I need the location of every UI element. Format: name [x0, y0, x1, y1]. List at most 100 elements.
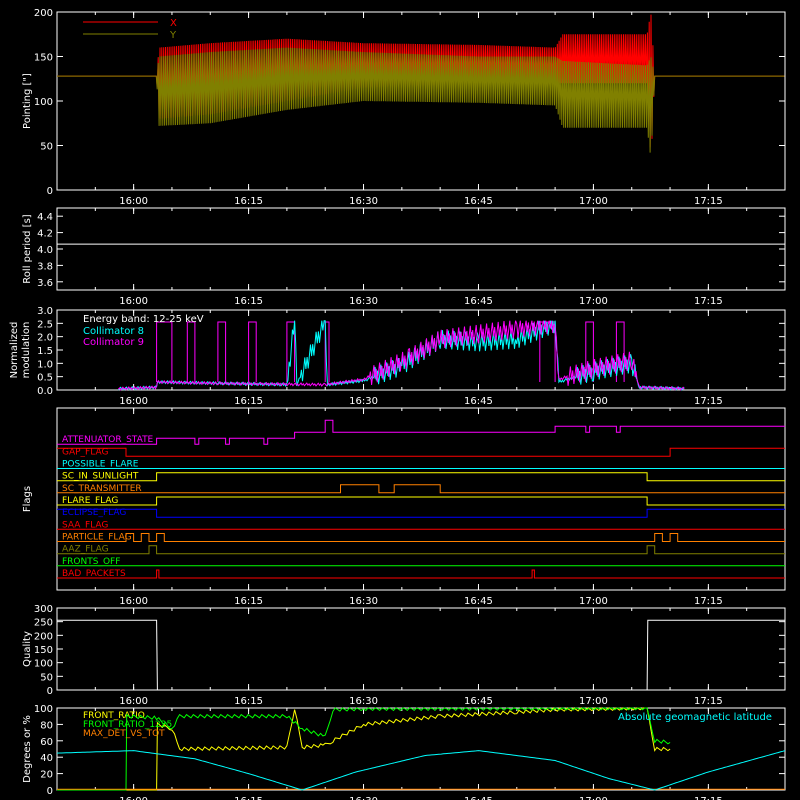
flag-line-sc-transmitter — [57, 484, 785, 494]
y-axis-label: Normalized — [9, 322, 20, 379]
y-tick-label: 3.8 — [37, 261, 53, 272]
flag-label: ECLIPSE_FLAG — [62, 508, 126, 518]
y-tick-label: 50 — [40, 672, 53, 683]
y-tick-label: 40 — [40, 753, 53, 764]
y-tick-label: 0 — [47, 186, 53, 197]
y-axis-label: Quality — [22, 631, 33, 667]
y-tick-label: 3.6 — [37, 278, 53, 289]
flag-line-attenuator-state — [57, 419, 785, 445]
x-tick-label: 17:15 — [694, 596, 723, 607]
x-tick-label: 17:00 — [579, 696, 608, 707]
flag-line-particle-flag — [57, 533, 785, 542]
panel-quality: 16:00 16:15 16:30 16:45 17:00 17:15 Quality 0 50… — [22, 604, 786, 707]
y-tick-label: 0 — [47, 786, 53, 797]
flag-label: ATTENUATOR_STATE — [62, 435, 154, 445]
flag-label: SAA_FLAG — [62, 520, 108, 530]
modulation-pulse — [248, 321, 257, 382]
x-tick-label: 16:30 — [349, 796, 378, 800]
flag-line-sc-in-sunlight — [57, 472, 785, 482]
y-tick-label: 2.5 — [37, 319, 53, 330]
y-axis-label: Degrees or % — [22, 715, 33, 783]
legend-label: Collimator 8 — [83, 326, 144, 337]
panel-flags: 16:00 16:15 16:30 16:45 17:00 17:15 Flags ATTEN… — [22, 407, 786, 607]
x-tick-label: 16:30 — [349, 596, 378, 607]
x-tick-label: 17:00 — [579, 296, 608, 307]
panel-degrees: 16:00 16:15 16:30 16:45 17:00 17:15 Degrees or… — [22, 704, 786, 800]
x-tick-label: 16:45 — [464, 396, 493, 407]
flag-label: SC_TRANSMITTER — [62, 484, 142, 494]
y-tick-label: 4.2 — [37, 229, 53, 240]
y-tick-label: 1.5 — [37, 346, 53, 357]
y-tick-label: 250 — [34, 618, 53, 629]
y-tick-label: 4.0 — [37, 245, 53, 256]
x-tick-label: 16:30 — [349, 296, 378, 307]
y-axis-label: Roll period [s] — [22, 214, 33, 283]
x-tick-label: 16:15 — [234, 296, 263, 307]
flag-line-flare-flag — [57, 496, 785, 506]
flag-label: POSSIBLE_FLARE — [62, 460, 139, 470]
flag-label: FRONTS_OFF — [62, 557, 120, 567]
series-line-quality — [57, 619, 785, 691]
x-tick-label: 16:45 — [464, 796, 493, 800]
legend-label: Collimator 9 — [83, 337, 144, 348]
x-tick-label: 16:30 — [349, 696, 378, 707]
x-tick-label: 16:15 — [234, 596, 263, 607]
y-tick-label: 100 — [34, 97, 53, 108]
y-tick-label: 100 — [34, 704, 53, 715]
flag-label: PARTICLE_FLAG — [62, 533, 132, 543]
flag-label: FLARE_FLAG — [62, 496, 118, 506]
x-tick-label: 17:15 — [694, 696, 723, 707]
y-tick-label: 100 — [34, 659, 53, 670]
y-tick-label: 200 — [34, 8, 53, 19]
flag-line-bad-packets — [57, 569, 785, 579]
y-tick-label: 50 — [40, 142, 53, 153]
panel-roll-period: 16:00 16:15 16:30 16:45 17:00 17:15 Roll perio… — [22, 207, 786, 307]
y-tick-label: 0.0 — [37, 386, 53, 397]
y-tick-label: 150 — [34, 53, 53, 64]
x-tick-label: 16:00 — [119, 296, 148, 307]
y-tick-label: 80 — [40, 720, 53, 731]
x-tick-label: 16:15 — [234, 796, 263, 800]
legend-label: MAX_DET_VS_TOT — [83, 729, 165, 739]
flag-label: SC_IN_SUNLIGHT — [62, 472, 139, 482]
x-tick-label: 17:15 — [694, 296, 723, 307]
chart-figure: 16:00 16:15 16:30 16:45 17:00 17:15 Pointing [… — [9, 8, 786, 800]
x-tick-label: 16:15 — [234, 196, 263, 207]
flag-label: GAP_FLAG — [62, 447, 108, 457]
y-axis-label: Flags — [22, 486, 33, 512]
y-tick-label: 60 — [40, 737, 53, 748]
x-tick-label: 16:15 — [234, 696, 263, 707]
y-tick-label: 4.4 — [37, 212, 53, 223]
flag-label: AAZ_FLAG — [62, 545, 109, 555]
flag-line-gap-flag — [57, 447, 785, 457]
flag-line-eclipse-flag — [57, 508, 785, 518]
x-tick-label: 17:15 — [694, 396, 723, 407]
series-line-absolute-geomagnetic-latitude — [56, 750, 786, 791]
x-tick-label: 17:00 — [579, 196, 608, 207]
panel-pointing: 16:00 16:15 16:30 16:45 17:00 17:15 Pointing [… — [22, 8, 786, 207]
y-axis-label: Pointing ["] — [22, 73, 33, 129]
legend-title: Energy band: 12-25 keV — [83, 314, 204, 325]
y-axis-label-line2: modulation — [21, 322, 32, 379]
x-tick-label: 16:45 — [464, 696, 493, 707]
y-tick-label: 200 — [34, 631, 53, 642]
y-tick-label: 20 — [40, 770, 53, 781]
y-tick-label: 2.0 — [37, 333, 53, 344]
x-tick-label: 16:30 — [349, 396, 378, 407]
legend-label: Y — [169, 30, 177, 41]
x-tick-label: 16:45 — [464, 596, 493, 607]
modulation-pulse — [156, 321, 173, 382]
y-tick-label: 0 — [47, 686, 53, 697]
x-tick-label: 16:30 — [349, 196, 378, 207]
x-tick-label: 17:00 — [579, 396, 608, 407]
x-tick-label: 16:00 — [119, 696, 148, 707]
x-tick-label: 16:00 — [119, 396, 148, 407]
panel-normalized-modulation: 16:00 16:15 16:30 16:45 17:00 17:15 Normalized… — [9, 306, 786, 407]
x-tick-label: 16:00 — [119, 796, 148, 800]
flag-label: BAD_PACKETS — [62, 569, 126, 579]
y-tick-label: 0.5 — [37, 373, 53, 384]
y-tick-label: 150 — [34, 645, 53, 656]
modulation-pulse — [217, 321, 227, 382]
x-tick-label: 16:45 — [464, 296, 493, 307]
x-tick-label: 17:15 — [694, 196, 723, 207]
